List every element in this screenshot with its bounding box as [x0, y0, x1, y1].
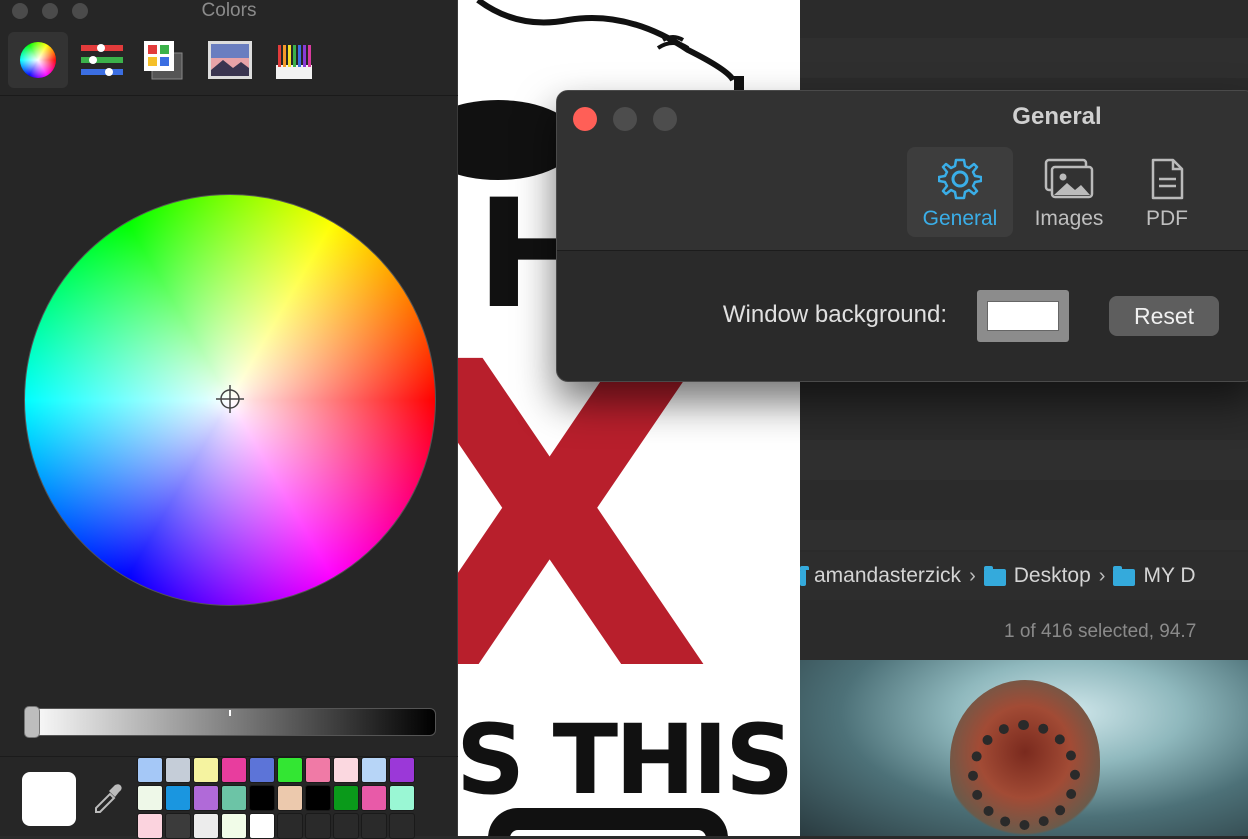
- image-palettes-tool[interactable]: [200, 32, 260, 88]
- path-item-desktop[interactable]: Desktop: [1014, 564, 1091, 588]
- current-color-swatch[interactable]: [22, 772, 76, 826]
- general-preferences-window: General General Images PDF Window backgr…: [556, 90, 1248, 382]
- color-swatch[interactable]: [277, 813, 303, 839]
- tab-pdf[interactable]: PDF: [1125, 147, 1209, 237]
- color-swatch[interactable]: [389, 757, 415, 783]
- finder-row: [800, 440, 1248, 480]
- folder-icon: [800, 565, 809, 586]
- poster-shape: [488, 808, 728, 836]
- window-title: General: [1012, 103, 1102, 130]
- color-swatch[interactable]: [137, 785, 163, 811]
- close-button[interactable]: [573, 107, 597, 131]
- preview-ring: [968, 720, 1080, 830]
- crosshair-icon[interactable]: [216, 385, 244, 413]
- poster-text-line-3: S THIS: [458, 704, 794, 816]
- colors-titlebar: Colors: [0, 0, 458, 24]
- palette-icon: [144, 41, 183, 80]
- color-swatch[interactable]: [333, 813, 359, 839]
- color-swatch[interactable]: [193, 813, 219, 839]
- window-background-label: Window background:: [722, 301, 947, 328]
- color-swatch[interactable]: [361, 757, 387, 783]
- color-swatch[interactable]: [277, 757, 303, 783]
- color-sliders-tool[interactable]: [72, 32, 132, 88]
- colors-panel: Colors: [0, 0, 458, 839]
- color-swatch[interactable]: [221, 785, 247, 811]
- color-swatch[interactable]: [249, 813, 275, 839]
- color-swatch[interactable]: [305, 813, 331, 839]
- color-wheel-tool[interactable]: [8, 32, 68, 88]
- tab-images[interactable]: Images: [1019, 147, 1119, 237]
- color-swatch[interactable]: [249, 757, 275, 783]
- colors-toolbar: [0, 28, 458, 96]
- color-swatch[interactable]: [165, 757, 191, 783]
- document-icon: [1151, 158, 1184, 200]
- path-item-home[interactable]: amandasterzick: [814, 564, 961, 588]
- color-swatch[interactable]: [137, 813, 163, 839]
- slider-tick: [229, 710, 231, 716]
- reset-button[interactable]: Reset: [1109, 296, 1219, 336]
- image-icon: [208, 41, 252, 79]
- color-swatch[interactable]: [221, 813, 247, 839]
- finder-row: [800, 38, 1248, 78]
- color-swatch[interactable]: [333, 757, 359, 783]
- tab-general-label: General: [922, 207, 998, 230]
- path-item-folder[interactable]: MY D: [1143, 564, 1195, 588]
- color-swatch[interactable]: [193, 757, 219, 783]
- colors-title: Colors: [201, 0, 257, 21]
- color-swatch[interactable]: [165, 813, 191, 839]
- folder-icon: [983, 565, 1006, 586]
- general-toolbar: General General Images PDF: [557, 91, 1248, 251]
- color-swatch[interactable]: [389, 813, 415, 839]
- color-swatch[interactable]: [193, 785, 219, 811]
- color-swatch[interactable]: [221, 757, 247, 783]
- minimize-button[interactable]: [613, 107, 637, 131]
- gear-icon: [938, 158, 982, 200]
- finder-status-bar: 1 of 416 selected, 94.7: [800, 608, 1248, 656]
- tab-images-label: Images: [1034, 207, 1104, 230]
- pencils-icon: [276, 45, 312, 79]
- sliders-icon: [81, 44, 123, 76]
- color-swatch[interactable]: [305, 757, 331, 783]
- poster-text-line-2: X: [458, 275, 712, 764]
- window-background-color-swatch[interactable]: [987, 301, 1059, 331]
- color-swatch[interactable]: [165, 785, 191, 811]
- chevron-right-icon: ›: [969, 564, 976, 587]
- folder-icon: [1113, 565, 1136, 586]
- color-wheel-icon: [20, 42, 56, 78]
- color-swatch[interactable]: [361, 813, 387, 839]
- color-swatch[interactable]: [333, 785, 359, 811]
- brightness-slider-knob[interactable]: [24, 706, 40, 738]
- color-swatch[interactable]: [277, 785, 303, 811]
- tab-pdf-label: PDF: [1146, 207, 1188, 230]
- chevron-right-icon: ›: [1098, 564, 1106, 587]
- finder-row: [800, 520, 1248, 550]
- zoom-button[interactable]: [653, 107, 677, 131]
- finder-path-bar: amandasterzick › Desktop › MY D: [800, 552, 1248, 600]
- color-swatch[interactable]: [305, 785, 331, 811]
- eyedropper-icon[interactable]: [90, 782, 124, 816]
- color-swatch[interactable]: [249, 785, 275, 811]
- image-preview[interactable]: [800, 660, 1248, 836]
- pencils-tool[interactable]: [264, 32, 324, 88]
- color-palettes-tool[interactable]: [134, 32, 194, 88]
- tab-general[interactable]: General: [907, 147, 1013, 237]
- color-swatch[interactable]: [389, 785, 415, 811]
- color-swatch[interactable]: [137, 757, 163, 783]
- color-swatch[interactable]: [361, 785, 387, 811]
- photos-icon: [1044, 158, 1094, 199]
